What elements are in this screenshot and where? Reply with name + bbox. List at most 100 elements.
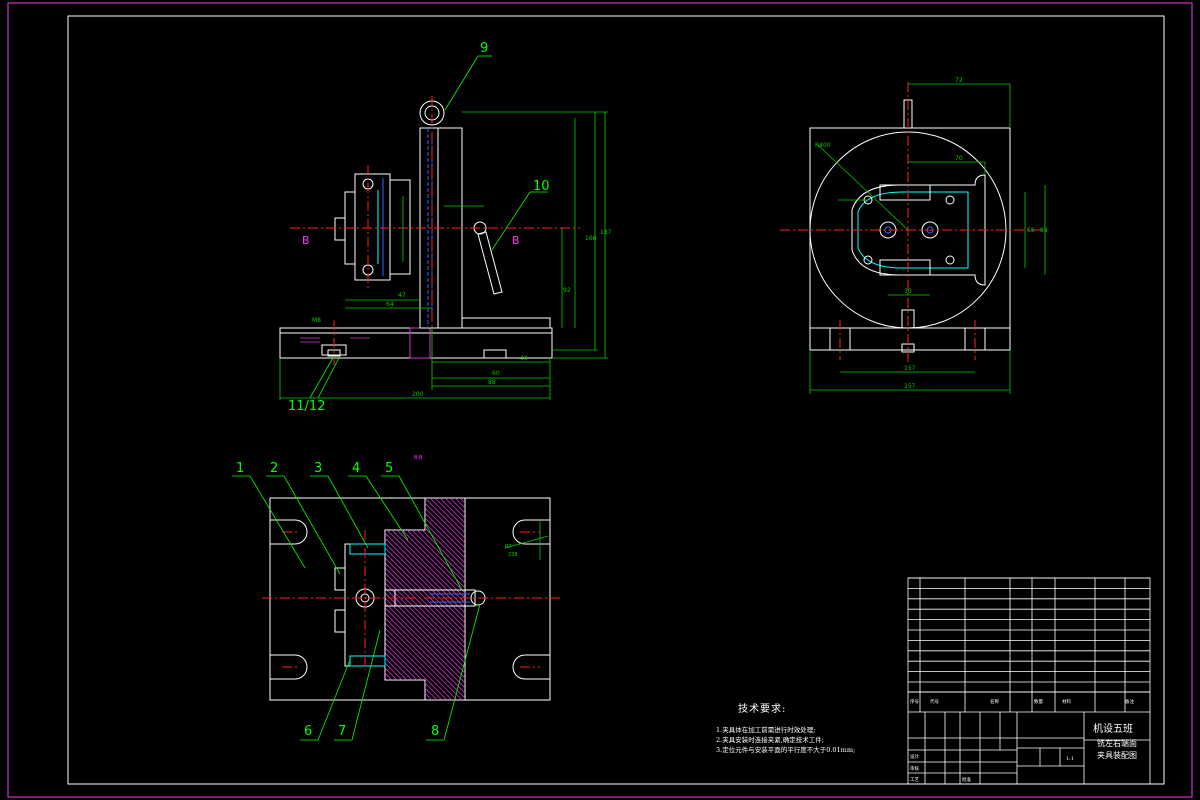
- dim-92: 92: [563, 287, 571, 294]
- dim-side-70: 70: [955, 155, 963, 162]
- hatch-line: [385, 498, 413, 700]
- school-name: 机设五班: [1093, 722, 1133, 735]
- dim-47: 47: [398, 292, 406, 299]
- hatch-line: [385, 498, 465, 700]
- hatch-line: [385, 498, 465, 700]
- dim-r7: R7: [505, 544, 512, 550]
- hatch-line: [475, 498, 677, 700]
- label-process: 工艺: [910, 777, 919, 783]
- hatch-line: [404, 498, 465, 700]
- dim-238: 238: [508, 552, 518, 558]
- tech-note-2: 2.夹具安装时连接夹紧,确定技术工件;: [716, 736, 824, 744]
- side-view: [780, 82, 1050, 394]
- hatch-line: [385, 498, 465, 700]
- title-block-text: 机设五班 铣左右端面 夹具装配图 1:1 设计 审核 工艺 批准 序号 代号 名…: [910, 698, 1137, 783]
- cad-drawing-canvas: 9 10 11/12 B B 47 64 40 60 88 200 166 18…: [7, 2, 1193, 798]
- label-8: 8: [431, 724, 439, 739]
- hatch-line: [385, 498, 438, 700]
- label-2: 2: [270, 461, 278, 476]
- scale-value: 1:1: [1066, 756, 1074, 762]
- section-mark-left: B: [302, 234, 310, 247]
- hatch-line: [385, 498, 418, 700]
- dim-side-157b: 157: [904, 383, 916, 390]
- dim-166: 166: [585, 235, 597, 242]
- tech-note-1: 1.夹具体在加工前需进行时效处理;: [716, 726, 816, 734]
- dim-side-88: 88: [1040, 227, 1048, 234]
- hatch-line: [385, 498, 465, 700]
- hatch-line: [385, 498, 465, 700]
- hatch-line: [385, 498, 465, 700]
- hatch-line: [399, 498, 465, 700]
- hatch-line: [385, 498, 465, 700]
- hatch-line: [464, 498, 465, 700]
- front-view: [279, 96, 608, 400]
- hdr-qty: 数量: [1034, 698, 1043, 705]
- hatch-line: [500, 498, 702, 700]
- hatch-line: [485, 498, 687, 700]
- dim-64: 64: [386, 301, 394, 308]
- hatch-line: [385, 498, 465, 700]
- section-view: B-B: [165, 455, 702, 701]
- dim-side-157a: 157: [904, 365, 916, 372]
- dim-m8: M8: [312, 317, 321, 324]
- hatch-line: [449, 498, 465, 700]
- label-approve: 批准: [962, 776, 971, 783]
- hatch-line: [439, 498, 465, 700]
- hatch-line: [385, 498, 465, 700]
- dim-side-72: 72: [955, 77, 963, 84]
- label-3: 3: [314, 461, 322, 476]
- label-9: 9: [480, 41, 488, 56]
- label-4: 4: [352, 461, 360, 476]
- dim-88: 88: [488, 379, 496, 386]
- dim-side-30: 30: [904, 288, 912, 295]
- dim-side-r400: R400: [815, 142, 831, 149]
- hatch-line: [385, 498, 465, 700]
- hatch-line: [385, 498, 465, 700]
- dim-60: 60: [492, 370, 500, 377]
- label-7: 7: [338, 724, 346, 739]
- section-base: [269, 497, 551, 701]
- hatch-line: [419, 498, 465, 700]
- clamp-body: [354, 173, 391, 281]
- dim-side-56: 56: [1027, 227, 1035, 234]
- title-block: [907, 691, 1151, 785]
- drawing-name-1: 铣左右端面: [1097, 738, 1137, 748]
- hatch-line: [394, 498, 465, 700]
- u-slot-br: [512, 654, 550, 680]
- hatch-line: [385, 498, 403, 700]
- hatch-line: [385, 498, 465, 700]
- hatch-line: [165, 498, 367, 700]
- hatch-line: [385, 498, 465, 700]
- hatch-line: [175, 498, 377, 700]
- hdr-name: 名称: [990, 698, 999, 705]
- hatch-line: [480, 498, 682, 700]
- dim-40: 40: [520, 355, 528, 362]
- label-1: 1: [236, 461, 244, 476]
- hdr-no: 序号: [910, 698, 919, 705]
- hdr-remark: 备注: [1125, 698, 1134, 705]
- hatch-line: [385, 498, 428, 700]
- label-6: 6: [304, 724, 312, 739]
- handle-lever: [477, 231, 503, 295]
- label-11-12: 11/12: [288, 399, 325, 414]
- hatch-line: [385, 498, 465, 700]
- hatch-line: [385, 498, 465, 700]
- drawing-frame: [7, 2, 1193, 798]
- hatch-line: [385, 498, 423, 700]
- hatch-line: [495, 498, 697, 700]
- inner-frame: [67, 15, 1165, 785]
- dim-200: 200: [412, 391, 424, 398]
- section-mark-right: B: [512, 234, 520, 247]
- hatch-line: [385, 498, 398, 700]
- label-review: 审核: [910, 765, 919, 772]
- hatch-line: [429, 498, 465, 700]
- hatch-line: [385, 498, 465, 700]
- side-body: [809, 127, 1011, 351]
- tech-note-3: 3.定位元件与安装平面的平行度不大于0.01mm;: [716, 746, 856, 754]
- hatch-line: [385, 498, 465, 700]
- hatch-line: [409, 498, 465, 700]
- hatch-line: [385, 498, 465, 700]
- outer-frame: [7, 2, 1193, 798]
- hatch-line: [424, 498, 465, 700]
- label-5: 5: [385, 461, 393, 476]
